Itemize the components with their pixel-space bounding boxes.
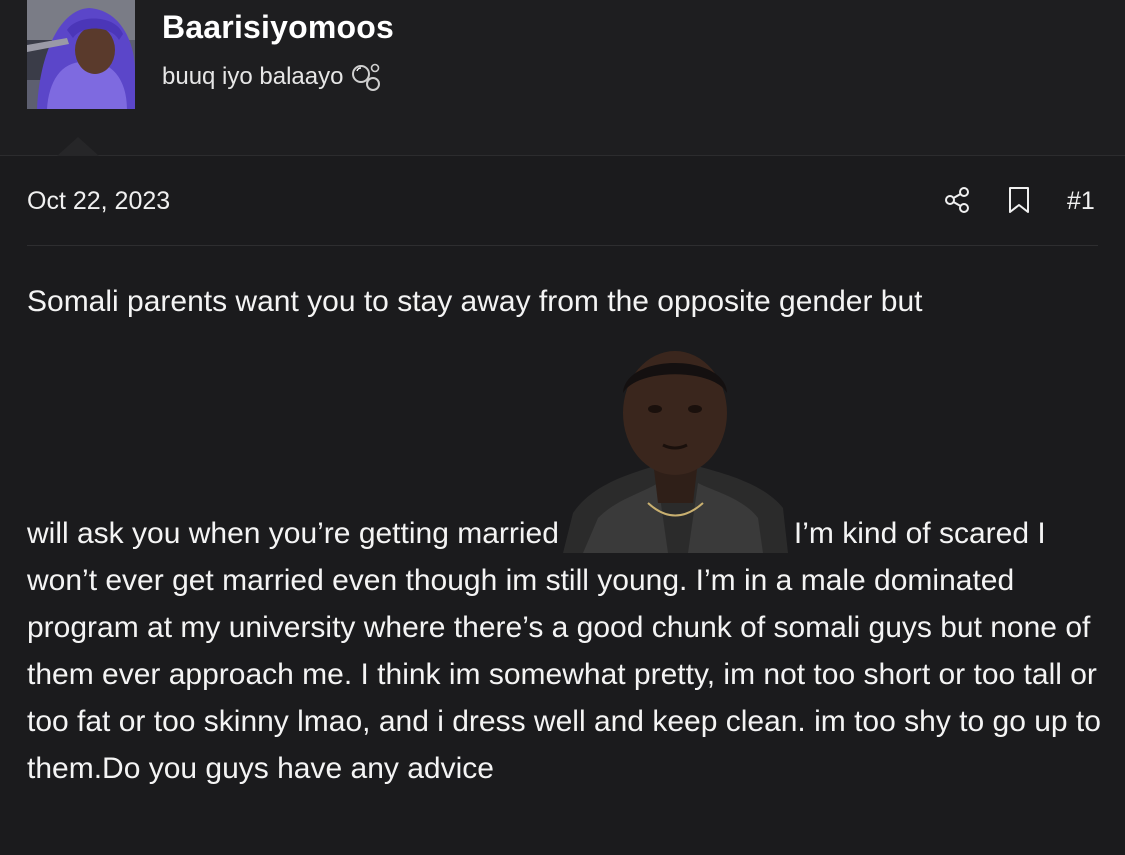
share-icon[interactable]: [944, 186, 972, 214]
message-content: Somali parents want you to stay away fro…: [27, 278, 1102, 792]
bubbles-icon: [351, 62, 385, 92]
post-date[interactable]: Oct 22, 2023: [27, 187, 170, 216]
reaction-image[interactable]: [562, 333, 788, 553]
username[interactable]: Baarisiyomoos: [162, 9, 394, 46]
post-number-link[interactable]: #1: [1067, 187, 1095, 216]
message-paragraph: will ask you when you’re getting married…: [27, 333, 1102, 792]
user-title-text: buuq iyo balaayo: [162, 63, 344, 90]
user-header-caret: [57, 137, 99, 156]
user-header: Baarisiyomoos buuq iyo balaayo: [0, 0, 1125, 156]
user-title: buuq iyo balaayo: [162, 62, 385, 92]
message-line-1: Somali parents want you to stay away fro…: [27, 285, 923, 318]
bookmark-icon[interactable]: [1006, 186, 1032, 214]
meta-divider: [27, 245, 1098, 246]
message-text-before-image: will ask you when you’re getting married: [27, 517, 559, 550]
avatar[interactable]: [27, 0, 135, 109]
message-text-after-image: I’m kind of scared I won’t ever get marr…: [27, 517, 1101, 785]
page: Baarisiyomoos buuq iyo balaayo Oct 22, 2…: [0, 0, 1125, 855]
